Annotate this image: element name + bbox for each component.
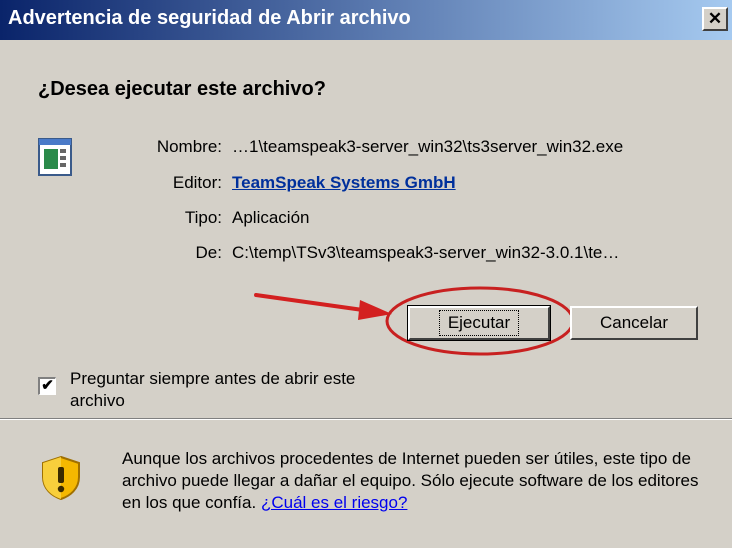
type-value: Aplicación — [232, 208, 310, 227]
warning-message: Aunque los archivos procedentes de Inter… — [122, 448, 712, 514]
risk-link[interactable]: ¿Cuál es el riesgo? — [261, 493, 407, 512]
name-value: …1\teamspeak3-server_win32\ts3server_win… — [232, 137, 624, 156]
question-heading: ¿Desea ejecutar este archivo? — [38, 78, 326, 100]
type-row: Tipo: Aplicación — [0, 208, 732, 232]
run-button-label: Ejecutar — [438, 310, 520, 336]
separator-highlight — [0, 419, 732, 420]
publisher-link[interactable]: TeamSpeak Systems GmbH — [232, 173, 456, 193]
ask-always-checkbox[interactable]: ✔ — [38, 377, 56, 395]
from-value: C:\temp\TSv3\teamspeak3-server_win32-3.0… — [232, 243, 620, 262]
from-label: De: — [195, 243, 222, 262]
close-button[interactable]: ✕ — [702, 7, 728, 31]
name-label: Nombre: — [156, 137, 222, 156]
cancel-button[interactable]: Cancelar — [570, 306, 698, 340]
security-warning-dialog: Advertencia de seguridad de Abrir archiv… — [0, 0, 732, 548]
type-label: Tipo: — [184, 208, 222, 227]
check-mark-icon: ✔ — [41, 377, 54, 394]
publisher-row: Editor: TeamSpeak Systems GmbH — [0, 173, 732, 197]
name-row: Nombre: …1\teamspeak3-server_win32\ts3se… — [0, 137, 732, 161]
shield-warning-icon — [42, 455, 80, 501]
run-button[interactable]: Ejecutar — [407, 305, 551, 341]
cancel-button-label: Cancelar — [599, 313, 669, 332]
window-title: Advertencia de seguridad de Abrir archiv… — [8, 7, 411, 29]
ask-always-label[interactable]: Preguntar siempre antes de abrir este ar… — [70, 368, 410, 412]
from-row: De: C:\temp\TSv3\teamspeak3-server_win32… — [0, 243, 732, 267]
title-bar: Advertencia de seguridad de Abrir archiv… — [0, 0, 732, 40]
close-icon: ✕ — [707, 9, 723, 28]
warning-text: Aunque los archivos procedentes de Inter… — [122, 449, 699, 512]
publisher-label: Editor: — [172, 173, 222, 192]
